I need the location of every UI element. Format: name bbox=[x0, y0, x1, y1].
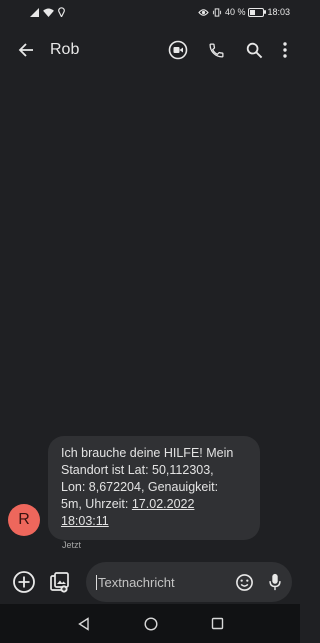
message-line: Lon: 8,672204, Genauigkeit: bbox=[61, 480, 219, 494]
app-bar-actions bbox=[164, 36, 292, 64]
app-bar: Rob bbox=[0, 28, 300, 72]
nav-home-icon[interactable] bbox=[143, 616, 158, 631]
status-left bbox=[30, 7, 65, 17]
add-circle-icon bbox=[13, 571, 35, 593]
emoji-icon[interactable] bbox=[235, 573, 254, 592]
battery-icon bbox=[248, 7, 267, 17]
more-vert-icon bbox=[283, 42, 287, 58]
nav-recents-icon[interactable] bbox=[211, 617, 224, 630]
more-options-button[interactable] bbox=[278, 36, 292, 64]
signal-icon bbox=[30, 7, 39, 17]
compose-bar: Textnachricht bbox=[0, 560, 300, 604]
message-text: 5m, Uhrzeit: bbox=[61, 497, 132, 511]
date-link[interactable]: 17.02.2022 bbox=[132, 497, 195, 511]
message-input-placeholder[interactable]: Textnachricht bbox=[96, 574, 235, 590]
battery-percent: 40 % bbox=[224, 7, 246, 17]
video-call-icon bbox=[168, 40, 188, 60]
call-button[interactable] bbox=[202, 36, 230, 64]
wifi-icon bbox=[43, 7, 54, 17]
message-line: Ich brauche deine HILFE! Mein bbox=[61, 446, 234, 460]
eye-comfort-icon bbox=[198, 8, 209, 16]
add-button[interactable] bbox=[10, 568, 38, 596]
vibrate-icon bbox=[212, 7, 222, 17]
system-nav-bar bbox=[0, 604, 300, 643]
message-line: Standort ist Lat: 50,112303, bbox=[61, 463, 214, 477]
microphone-icon[interactable] bbox=[268, 573, 282, 591]
time-link[interactable]: 18:03:11 bbox=[61, 514, 109, 528]
back-button[interactable] bbox=[12, 36, 40, 64]
message-input[interactable]: Textnachricht bbox=[86, 562, 292, 602]
gallery-icon bbox=[50, 572, 69, 593]
location-icon bbox=[58, 7, 65, 17]
message-bubble[interactable]: Ich brauche deine HILFE! Mein Standort i… bbox=[48, 436, 260, 540]
gallery-button[interactable] bbox=[46, 568, 74, 596]
clock: 18:03 bbox=[267, 7, 290, 17]
message-timestamp: Jetzt bbox=[62, 540, 82, 550]
search-button[interactable] bbox=[240, 36, 268, 64]
message-line: 18:03:11 bbox=[61, 513, 248, 530]
message-line: 5m, Uhrzeit: 17.02.2022 bbox=[61, 496, 248, 513]
nav-back-icon[interactable] bbox=[77, 616, 91, 631]
status-bar: 40 % 18:03 bbox=[0, 0, 300, 24]
search-icon bbox=[246, 42, 262, 58]
phone-icon bbox=[208, 42, 224, 58]
video-call-button[interactable] bbox=[164, 36, 192, 64]
arrow-back-icon bbox=[18, 43, 33, 57]
avatar[interactable]: R bbox=[8, 504, 40, 536]
contact-name[interactable]: Rob bbox=[50, 41, 164, 59]
status-right: 40 % 18:03 bbox=[198, 7, 290, 17]
